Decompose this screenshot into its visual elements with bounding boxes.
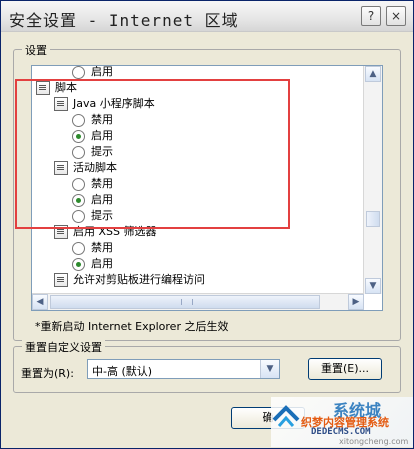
- reset-button[interactable]: 重置(E)...: [308, 358, 382, 380]
- settings-tree-content: 启用 脚本 Java 小程序脚本 禁用 启用 提示 活动脚本 禁用 启用 提示 启用 XSS 筛选器…: [32, 66, 362, 294]
- radio-checked-icon[interactable]: [72, 193, 85, 207]
- setting-icon: [54, 273, 68, 287]
- security-settings-dialog: 安全设置 - Internet 区域 ? × 设置 启用 脚本 Java 小程序脚本…: [0, 0, 414, 449]
- radio-unchecked-icon[interactable]: [72, 66, 85, 79]
- security-level-value: 中-高 (默认): [92, 365, 153, 378]
- reset-to-label: 重置为(R):: [21, 367, 74, 380]
- radio-unchecked-icon[interactable]: [72, 177, 85, 191]
- watermark-logo-icon: [272, 405, 300, 427]
- setting-icon: [54, 161, 68, 175]
- radio-checked-icon[interactable]: [72, 257, 85, 271]
- radio-option[interactable]: 禁用: [72, 240, 113, 256]
- help-button[interactable]: ?: [361, 6, 381, 26]
- settings-group-label: 设置: [22, 42, 50, 58]
- item-label: 启用: [91, 193, 113, 206]
- setting-header: 活动脚本: [54, 160, 117, 176]
- watermark: 系统城 织梦内容管理系统 DEDECMS.COM xitongcheng.com: [271, 397, 413, 447]
- radio-option[interactable]: 启用: [72, 128, 113, 144]
- item-label: Java 小程序脚本: [73, 97, 155, 110]
- radio-unchecked-icon[interactable]: [72, 113, 85, 127]
- radio-option[interactable]: 启用: [72, 256, 113, 272]
- item-label: 启用: [91, 257, 113, 270]
- reset-group-label: 重置自定义设置: [22, 339, 105, 355]
- scroll-right-button[interactable]: ▶: [348, 294, 364, 310]
- horizontal-scrollbar[interactable]: ◀ ▶: [32, 293, 364, 310]
- settings-tree[interactable]: 启用 脚本 Java 小程序脚本 禁用 启用 提示 活动脚本 禁用 启用 提示 启用 XSS 筛选器…: [31, 65, 383, 311]
- item-label: 允许对剪贴板进行编程访问: [73, 273, 205, 286]
- security-level-select[interactable]: 中-高 (默认) ▼: [87, 359, 280, 379]
- close-button[interactable]: ×: [386, 6, 406, 26]
- window-title: 安全设置 - Internet 区域: [9, 11, 239, 30]
- setting-header: Java 小程序脚本: [54, 96, 155, 112]
- vertical-scroll-thumb[interactable]: [366, 211, 380, 227]
- watermark-dede-text: DEDECMS.COM: [311, 427, 371, 437]
- horizontal-scroll-thumb[interactable]: [50, 295, 320, 309]
- radio-option[interactable]: 提示: [72, 208, 113, 224]
- scroll-left-button[interactable]: ◀: [32, 294, 48, 310]
- setting-icon: [54, 225, 68, 239]
- item-label: 禁用: [91, 177, 113, 190]
- setting-icon: [36, 81, 50, 95]
- chevron-down-icon[interactable]: ▼: [260, 360, 279, 378]
- radio-option[interactable]: 启用: [72, 192, 113, 208]
- radio-option[interactable]: 禁用: [72, 112, 113, 128]
- setting-header: 脚本: [36, 80, 77, 96]
- radio-option[interactable]: 提示: [72, 144, 113, 160]
- radio-option[interactable]: 启用: [72, 66, 113, 80]
- watermark-url: xitongcheng.com: [339, 437, 409, 446]
- item-label: 禁用: [91, 113, 113, 126]
- setting-header: 启用 XSS 筛选器: [54, 224, 157, 240]
- setting-icon: [54, 97, 68, 111]
- radio-checked-icon[interactable]: [72, 129, 85, 143]
- setting-header: 允许对剪贴板进行编程访问: [54, 272, 205, 288]
- restart-note: *重新启动 Internet Explorer 之后生效: [35, 320, 229, 333]
- item-label: 脚本: [55, 81, 77, 94]
- title-bar: 安全设置 - Internet 区域 ? ×: [1, 1, 413, 32]
- vertical-scrollbar[interactable]: ▲ ▼: [363, 66, 382, 294]
- scroll-grip-icon: [181, 299, 193, 305]
- item-label: 启用: [91, 129, 113, 142]
- radio-unchecked-icon[interactable]: [72, 145, 85, 159]
- item-label: 启用 XSS 筛选器: [73, 225, 157, 238]
- radio-unchecked-icon[interactable]: [72, 209, 85, 223]
- scroll-down-button[interactable]: ▼: [365, 278, 381, 294]
- item-label: 提示: [91, 145, 113, 158]
- item-label: 活动脚本: [73, 161, 117, 174]
- radio-option[interactable]: 禁用: [72, 176, 113, 192]
- scroll-up-button[interactable]: ▲: [365, 66, 381, 82]
- item-label: 禁用: [91, 241, 113, 254]
- item-label: 提示: [91, 209, 113, 222]
- item-label: 启用: [91, 66, 113, 78]
- radio-unchecked-icon[interactable]: [72, 241, 85, 255]
